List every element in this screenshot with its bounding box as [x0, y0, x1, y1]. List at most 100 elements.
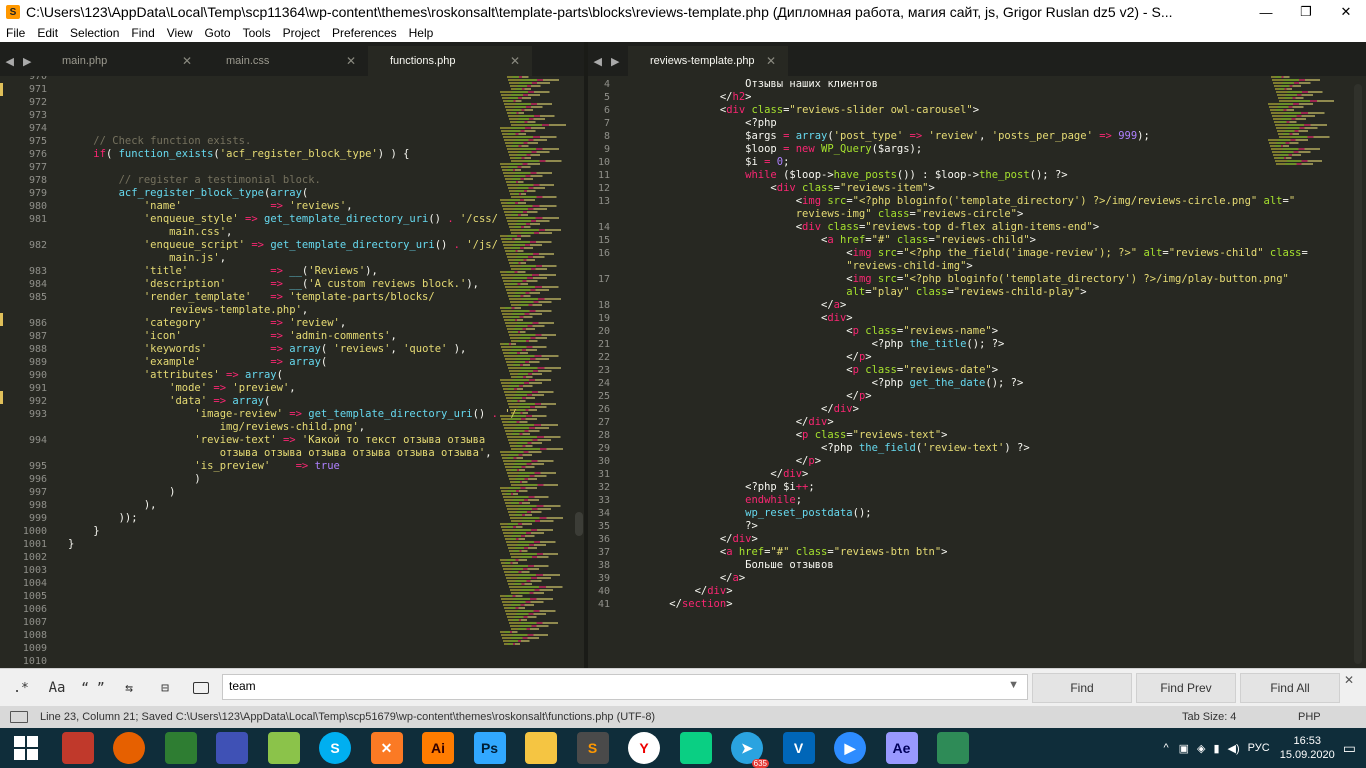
- tab-main-css[interactable]: main.css ✕: [204, 46, 368, 76]
- close-icon[interactable]: ✕: [346, 54, 356, 68]
- code-line[interactable]: <?php $i++;: [644, 481, 815, 494]
- code-line[interactable]: 'attributes' => array(: [68, 369, 283, 382]
- paint-icon[interactable]: [216, 732, 248, 764]
- zoom-icon[interactable]: ▶: [834, 732, 866, 764]
- highlight-matches-toggle[interactable]: [186, 673, 216, 703]
- code-line[interactable]: // Check function exists.: [68, 135, 251, 148]
- find-input[interactable]: team ▼: [222, 674, 1028, 700]
- code-line[interactable]: ): [68, 486, 175, 499]
- code-line[interactable]: img/reviews-child.png',: [68, 421, 365, 434]
- menu-goto[interactable]: Goto: [199, 26, 237, 40]
- menu-find[interactable]: Find: [125, 26, 160, 40]
- code-line[interactable]: 'render_template' => 'template-parts/blo…: [68, 291, 435, 304]
- vscode-icon[interactable]: V: [782, 732, 815, 764]
- code-line[interactable]: 'image-review' => get_template_directory…: [68, 408, 516, 421]
- photoshop-icon[interactable]: Ps: [473, 732, 506, 764]
- code-line[interactable]: "reviews-child-img">: [644, 260, 972, 273]
- code-line[interactable]: 'name' => 'reviews',: [68, 200, 353, 213]
- close-icon[interactable]: ✕: [766, 54, 776, 68]
- find-button[interactable]: Find: [1032, 673, 1132, 703]
- clock[interactable]: 16:53 15.09.2020: [1280, 734, 1335, 762]
- language-indicator[interactable]: РУС: [1248, 742, 1270, 754]
- case-sensitive-toggle[interactable]: Aa: [42, 673, 72, 703]
- code-line[interactable]: <div class="reviews-item">: [644, 182, 934, 195]
- close-icon[interactable]: ✕: [182, 54, 192, 68]
- code-line[interactable]: $args = array('post_type' => 'review', '…: [644, 130, 1150, 143]
- maximize-button[interactable]: ❐: [1286, 0, 1326, 24]
- code-line[interactable]: </div>: [644, 403, 859, 416]
- tray-chevron-icon[interactable]: ^: [1163, 742, 1168, 754]
- app-icon-6[interactable]: [267, 732, 300, 764]
- menu-file[interactable]: File: [0, 26, 31, 40]
- code-line[interactable]: wp_reset_postdata();: [644, 507, 871, 520]
- code-line[interactable]: </p>: [644, 455, 821, 468]
- xampp-icon[interactable]: ✕: [370, 732, 403, 764]
- file-explorer-icon[interactable]: [525, 732, 557, 764]
- menu-tools[interactable]: Tools: [237, 26, 277, 40]
- scrollbar-thumb[interactable]: [575, 512, 583, 536]
- app-icon-19[interactable]: [937, 732, 969, 764]
- code-line[interactable]: <div class="reviews-slider owl-carousel"…: [644, 104, 979, 117]
- close-find-icon[interactable]: ✕: [1344, 673, 1354, 687]
- tab-reviews-template-php[interactable]: reviews-template.php ✕: [628, 46, 788, 76]
- app-icon-4[interactable]: [164, 732, 197, 764]
- code-line[interactable]: 'enqueue_script' => get_template_directo…: [68, 239, 498, 252]
- code-line[interactable]: alt="play" class="reviews-child-play">: [644, 286, 1086, 299]
- code-line[interactable]: 'review-text' => 'Какой то текст отзыва …: [68, 434, 485, 447]
- code-line[interactable]: 'mode' => 'preview',: [68, 382, 295, 395]
- code-line[interactable]: }: [68, 538, 74, 551]
- menu-project[interactable]: Project: [277, 26, 326, 40]
- telegram-icon[interactable]: ➤ 635: [731, 732, 769, 768]
- skype-icon[interactable]: S: [319, 732, 351, 764]
- code-line[interactable]: endwhile;: [644, 494, 802, 507]
- code-line[interactable]: <img src = "<?php the_field('image-review'…: [644, 247, 1308, 260]
- code-line[interactable]: ));: [68, 512, 138, 525]
- wrap-toggle[interactable]: ⇆: [114, 673, 144, 703]
- code-line[interactable]: <?php the_field('review-text') ?>: [644, 442, 1030, 455]
- menu-view[interactable]: View: [161, 26, 199, 40]
- find-prev-button[interactable]: Find Prev: [1136, 673, 1236, 703]
- code-line[interactable]: // register a testimonial block.: [68, 174, 321, 187]
- code-line[interactable]: отзыва отзыва отзыва отзыва отзыва отзыв…: [68, 447, 492, 460]
- menu-selection[interactable]: Selection: [64, 26, 125, 40]
- code-line[interactable]: <?php get_the_date(); ?>: [644, 377, 1024, 390]
- syntax-indicator[interactable]: PHP: [1298, 711, 1321, 723]
- sublime-text-icon[interactable]: S: [576, 732, 609, 764]
- code-line[interactable]: reviews-img" class="reviews-circle">: [644, 208, 1024, 221]
- code-line[interactable]: acf_register_block_type(array(: [68, 187, 309, 200]
- code-line[interactable]: <div class="reviews-top d-flex align-ite…: [644, 221, 1099, 234]
- scrollbar-track[interactable]: [1354, 84, 1362, 664]
- code-line[interactable]: Отзывы наших клиентов: [644, 78, 878, 91]
- battery-icon[interactable]: ▮: [1213, 742, 1219, 755]
- tab-size-indicator[interactable]: Tab Size: 4: [1182, 711, 1236, 723]
- app-icon-2[interactable]: [61, 732, 94, 764]
- tab-functions-php[interactable]: functions.php ✕: [368, 46, 532, 76]
- code-line[interactable]: 'example' => array(: [68, 356, 327, 369]
- code-line[interactable]: <a href="#" class="reviews-child">: [644, 234, 1036, 247]
- right-editor-pane[interactable]: 4 5 6 7 8 9 10 11 12 13 14 15 16 17 18 19 20 21 22 23 24 25 26…: [588, 76, 1366, 668]
- code-line[interactable]: 'icon' => 'admin-comments',: [68, 330, 397, 343]
- volume-icon[interactable]: ◀): [1228, 742, 1240, 755]
- code-line[interactable]: 'keywords' => array( 'reviews', 'quote' …: [68, 343, 467, 356]
- code-line[interactable]: if( function_exists('acf_register_block_…: [68, 148, 409, 161]
- menu-help[interactable]: Help: [403, 26, 440, 40]
- code-line[interactable]: </section>: [644, 598, 732, 611]
- code-line[interactable]: <img src="<?php bloginfo('template_direc…: [644, 273, 1289, 286]
- in-selection-toggle[interactable]: ⊟: [150, 673, 180, 703]
- windows-start-icon[interactable]: [10, 732, 42, 764]
- code-line[interactable]: main.js',: [68, 252, 226, 265]
- code-line[interactable]: <img src="<?php bloginfo('template_direc…: [644, 195, 1295, 208]
- tab-nav-arrows-icon[interactable]: ◀ ▶: [0, 46, 40, 76]
- tray-app-icon[interactable]: ◈: [1197, 742, 1205, 755]
- code-line[interactable]: ?>: [644, 520, 758, 533]
- code-line[interactable]: </p>: [644, 351, 871, 364]
- code-line[interactable]: </p>: [644, 390, 871, 403]
- panel-switcher-icon[interactable]: [10, 711, 28, 723]
- code-line[interactable]: </a>: [644, 299, 846, 312]
- code-line[interactable]: </div>: [644, 585, 733, 598]
- code-line[interactable]: </h2>: [644, 91, 752, 104]
- figma-icon[interactable]: [679, 732, 712, 764]
- code-line[interactable]: <div>: [644, 312, 853, 325]
- find-all-button[interactable]: Find All: [1240, 673, 1340, 703]
- code-line[interactable]: $i = 0;: [644, 156, 789, 169]
